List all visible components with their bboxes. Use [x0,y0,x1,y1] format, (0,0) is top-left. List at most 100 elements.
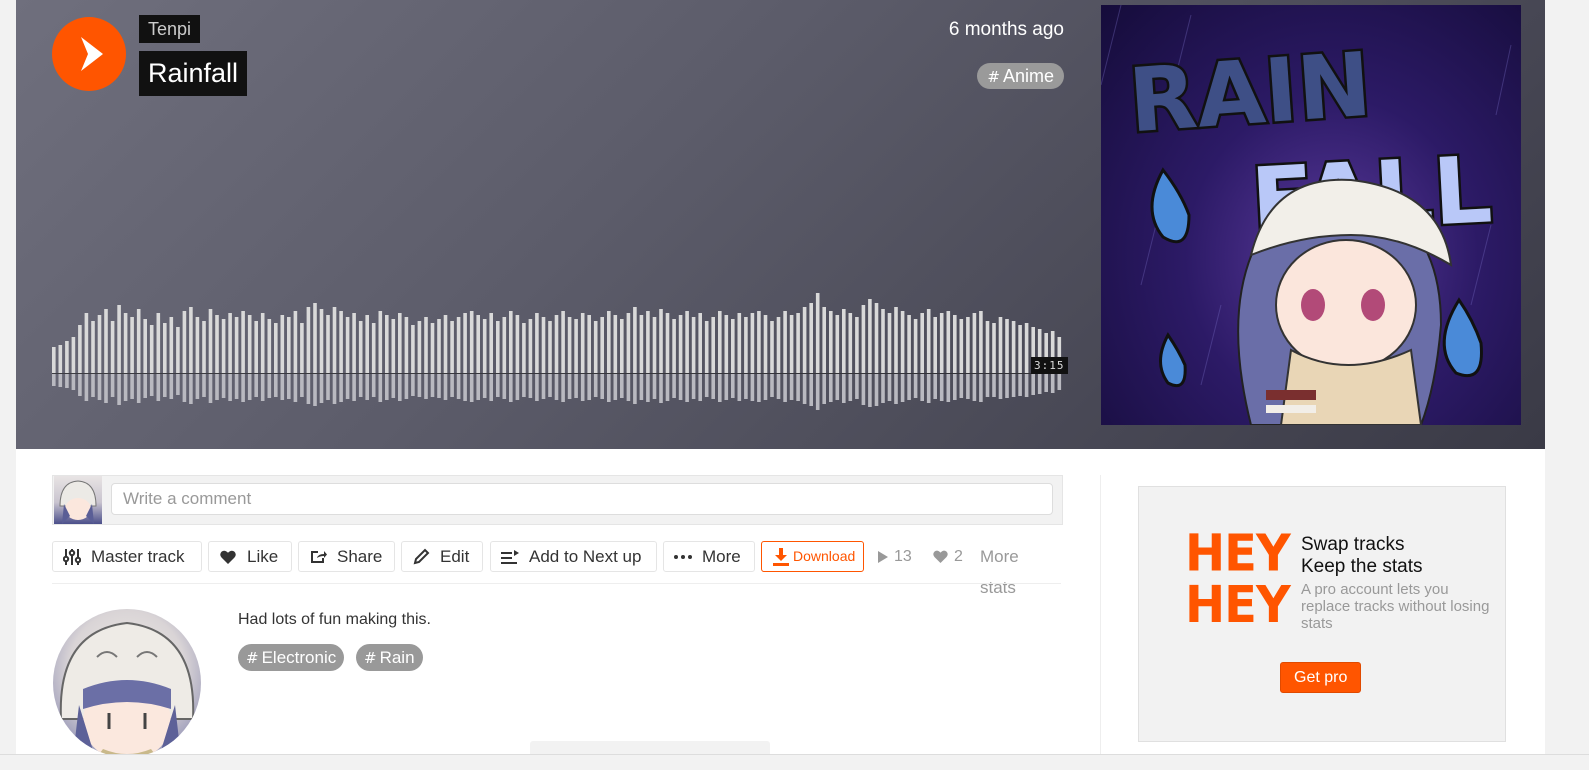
waveform-reflection-bar [1037,374,1042,394]
waveform-bar [326,315,330,373]
track-artwork[interactable]: RAIN FALL [1101,5,1521,425]
ad-logo-line-2: HEY [1185,575,1291,635]
genre-tag[interactable]: # Anime [977,63,1064,89]
get-pro-button[interactable]: Get pro [1280,662,1362,693]
waveform-reflection-bar [450,374,454,397]
waveform-reflection-bar [378,374,383,402]
add-to-next-up-button[interactable]: Add to Next up [490,541,657,572]
waveform-reflection-bar [149,374,154,396]
waveform-bar [835,315,840,373]
waveform-reflection-bar [567,374,572,399]
waveform-reflection-bar [163,374,167,397]
waveform-bar [750,313,755,373]
waveform-bar [156,313,161,373]
waveform-reflection-bar [482,374,487,398]
waveform-reflection-bar [900,374,905,402]
tag-electronic[interactable]: # Electronic [238,644,345,671]
waveform-bar [476,315,480,373]
artist-name[interactable]: Tenpi [139,15,201,43]
waveform-reflection-bar [757,374,761,402]
waveform-reflection-bar [274,374,278,397]
waveform-bar [84,313,89,373]
waveform-reflection-bar [985,374,990,397]
waveform-bar [554,315,559,373]
waveform-reflection-bar [469,374,474,402]
waveform-reflection-bar [587,374,591,400]
waveform-bar [358,321,363,373]
waveform-reflection-bar [646,374,650,402]
waveform-bar [65,341,69,373]
waveform-reflection-bar [208,374,213,403]
waveform-bar [561,311,565,373]
waveform-reflection-bar [339,374,343,402]
sliders-icon [62,547,82,567]
waveform-bar [502,317,507,373]
hash-icon: # [246,649,259,667]
waveform-bar [385,315,389,373]
waveform-bar [593,321,598,373]
track-hero: Tenpi Rainfall 6 months ago # Anime 3:15 … [16,0,1545,449]
tag-rain[interactable]: # Rain [356,644,423,671]
waveform-bar [933,317,937,373]
share-icon [308,547,328,567]
waveform-reflection-bar [476,374,480,400]
waveform-reflection-bar [626,374,631,401]
share-button[interactable]: Share [298,541,395,572]
waveform-bar [848,313,853,373]
waveform-bar [254,321,258,373]
waveform-reflection-bar [156,374,161,401]
master-track-button[interactable]: Master track [52,541,202,572]
waveform-bar [228,313,232,373]
waveform-reflection-bar [691,374,696,399]
waveform-bar [574,319,578,373]
waveform-bar [411,325,415,373]
ad-logo-line-1: HEY [1185,524,1291,584]
waveform-bar [809,303,813,373]
download-button[interactable]: Download [761,541,864,572]
waveform-reflection-bar [724,374,729,400]
waveform-reflection-bar [966,374,970,399]
waveform-reflection-bar [868,374,872,407]
waveform-reflection-bar [110,374,115,397]
waveform-reflection-bar [1050,374,1055,393]
waveform-bar [548,321,552,373]
waveform-bar [287,317,291,373]
play-button[interactable] [52,17,126,91]
waveform-reflection-bar [1044,374,1048,392]
uploader-avatar[interactable] [53,609,201,757]
play-icon [81,37,103,71]
waveform-reflection-bar [926,374,931,403]
tag-electronic-label: Electronic [261,648,337,667]
more-button[interactable]: More [663,541,755,572]
waveform-bar [241,311,245,373]
like-button[interactable]: Like [208,541,292,572]
waveform-bar [509,311,513,373]
divider [52,583,1061,584]
waveform-bar [247,315,252,373]
waveform-bar [52,347,56,373]
waveform-bar [646,311,650,373]
waveform-bar [97,315,102,373]
waveform-bar [678,315,683,373]
waveform-reflection-bar [502,374,507,399]
waveform-bar [659,309,663,373]
waveform-reflection-bar [215,374,219,400]
track-description: Had lots of fun making this. [238,611,431,628]
waveform-reflection-bar [913,374,918,398]
more-stats-link[interactable]: More stats [980,541,1019,597]
waveform[interactable] [52,280,1064,415]
waveform-reflection-bar [953,374,957,400]
waveform-bar [900,311,905,373]
waveform-reflection-bar [371,374,376,397]
waveform-reflection-bar [744,374,748,399]
waveform-bar [926,309,931,373]
waveform-reflection-bar [169,374,174,399]
comment-input[interactable] [111,483,1053,515]
waveform-bar [770,321,774,373]
waveform-bar [404,317,409,373]
waveform-reflection-bar [815,374,820,410]
waveform-bar [815,293,820,373]
waveform-reflection-bar [659,374,663,403]
edit-button[interactable]: Edit [401,541,483,572]
waveform-reflection-bar [143,374,147,398]
